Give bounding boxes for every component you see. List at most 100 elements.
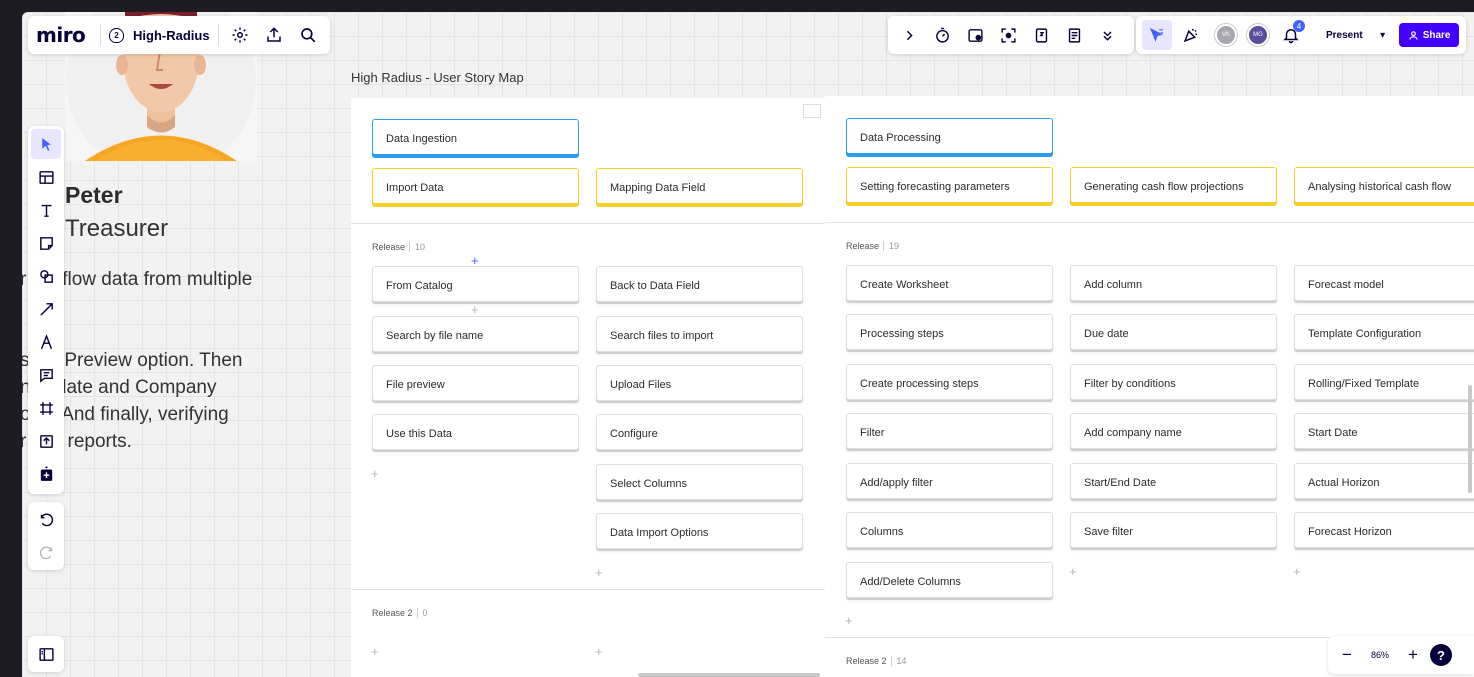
divider (351, 589, 825, 590)
present-button[interactable]: Present (1316, 22, 1373, 48)
export-upload-icon[interactable] (261, 22, 287, 48)
board-header: miro 2 High-Radius (28, 16, 330, 54)
collaborator-avatar[interactable]: VK (1215, 24, 1237, 46)
board-panel-toggle-icon[interactable] (28, 636, 64, 672)
story-card[interactable]: Select Columns (596, 464, 803, 500)
story-card[interactable]: Rolling/Fixed Template (1294, 364, 1474, 400)
comment-icon[interactable] (31, 360, 61, 390)
zoom-in-button[interactable]: + (1402, 645, 1424, 665)
activity-card[interactable]: Generating cash flow projections (1070, 167, 1277, 203)
upload-icon[interactable] (31, 426, 61, 456)
story-card[interactable]: Processing steps (846, 314, 1053, 350)
story-card[interactable]: Add column (1070, 265, 1277, 301)
story-card[interactable]: Start/End Date (1070, 463, 1277, 499)
creation-toolbar (28, 126, 64, 494)
story-card[interactable]: Use this Data (372, 414, 579, 450)
story-card[interactable]: Add/Delete Columns (846, 562, 1053, 598)
templates-icon[interactable] (31, 162, 61, 192)
story-card[interactable]: Forecast Horizon (1294, 512, 1474, 548)
story-card[interactable]: Create Worksheet (846, 265, 1053, 301)
release-count: 19 (883, 241, 900, 251)
more-chevrons-icon[interactable] (1094, 22, 1120, 48)
pen-icon[interactable] (31, 327, 61, 357)
panel-handle[interactable] (803, 104, 821, 118)
story-card[interactable]: Add company name (1070, 413, 1277, 449)
story-card[interactable]: Create processing steps (846, 364, 1053, 400)
release-count: 14 (890, 656, 907, 666)
select-cursor-icon[interactable] (31, 129, 61, 159)
reactions-party-icon[interactable] (1176, 20, 1206, 50)
follow-cursor-icon[interactable] (1142, 20, 1172, 50)
present-options-chevron-icon[interactable]: ▾ (1373, 22, 1393, 48)
collaborator-avatar[interactable]: MG (1247, 24, 1269, 46)
story-card[interactable]: Save filter (1070, 512, 1277, 548)
sticky-vote-icon[interactable] (962, 22, 988, 48)
story-card[interactable]: Start Date (1294, 413, 1474, 449)
connection-line-arrow-icon[interactable] (31, 294, 61, 324)
add-card-plus-icon[interactable]: + (595, 645, 603, 658)
add-card-plus-icon[interactable]: + (1293, 565, 1301, 578)
history-bar (28, 502, 64, 570)
notifications-bell-icon[interactable]: 4 (1278, 20, 1305, 48)
release-label: Release 2 14 (846, 656, 907, 666)
release-count: 0 (416, 608, 428, 618)
story-card[interactable]: Search files to import (596, 316, 803, 352)
add-card-plus-icon[interactable]: + (371, 467, 379, 480)
horizontal-scrollbar[interactable] (638, 673, 820, 677)
story-card[interactable]: Forecast model (1294, 265, 1474, 301)
settings-gear-icon[interactable] (227, 22, 253, 48)
activity-card[interactable]: Import Data (372, 168, 579, 204)
add-card-plus-icon[interactable]: + (371, 645, 379, 658)
zoom-out-button[interactable]: − (1336, 645, 1358, 665)
story-card[interactable]: Search by file name (372, 316, 579, 352)
story-card[interactable]: Upload Files (596, 365, 803, 401)
story-card[interactable]: Data Import Options (596, 513, 803, 549)
separator (217, 24, 219, 46)
add-card-plus-icon[interactable]: + (471, 303, 479, 316)
story-card[interactable]: File preview (372, 365, 579, 401)
miro-board-canvas[interactable]: Peter Treasurer r ashflow data from mult… (22, 12, 1474, 677)
counter-icon[interactable] (1028, 22, 1054, 48)
story-card[interactable]: Due date (1070, 314, 1277, 350)
miro-logo[interactable]: miro (36, 23, 92, 47)
collaboration-bar: VK MG 4 Present ▾ Share (1136, 16, 1466, 54)
shapes-icon[interactable] (31, 261, 61, 291)
story-card[interactable]: Filter by conditions (1070, 364, 1277, 400)
expand-chevron-icon[interactable] (896, 22, 922, 48)
vertical-scrollbar[interactable] (1468, 385, 1472, 493)
release-label: Release 10 (372, 242, 426, 252)
story-card[interactable]: Back to Data Field (596, 266, 803, 302)
story-card[interactable]: Columns (846, 512, 1053, 548)
story-card[interactable]: Filter (846, 413, 1053, 449)
activity-card[interactable]: Analysing historical cash flow (1294, 167, 1474, 203)
add-card-plus-icon[interactable]: + (595, 566, 603, 579)
more-apps-plus-icon[interactable] (31, 459, 61, 489)
activity-card[interactable]: Mapping Data Field (596, 168, 803, 204)
story-card[interactable]: From Catalog (372, 266, 579, 302)
undo-icon[interactable] (31, 505, 61, 535)
story-card[interactable]: Template Configuration (1294, 314, 1474, 350)
zoom-level[interactable]: 86% (1358, 650, 1402, 660)
notes-document-icon[interactable] (1061, 22, 1087, 48)
add-card-plus-icon[interactable]: + (1069, 565, 1077, 578)
frame-icon[interactable] (31, 393, 61, 423)
activity-card[interactable]: Setting forecasting parameters (846, 167, 1053, 203)
persona-role: Treasurer (65, 215, 169, 242)
board-name[interactable]: High-Radius (133, 28, 210, 43)
story-card[interactable]: Configure (596, 414, 803, 450)
search-icon[interactable] (295, 22, 321, 48)
story-card[interactable]: Add/apply filter (846, 463, 1053, 499)
redo-icon[interactable] (31, 538, 61, 568)
help-icon[interactable]: ? (1430, 644, 1452, 666)
goal-card[interactable]: Data Processing (846, 118, 1053, 154)
text-tool-icon[interactable] (31, 195, 61, 225)
goal-card[interactable]: Data Ingestion (372, 119, 579, 155)
notification-count-badge: 4 (1293, 20, 1305, 32)
focus-frame-icon[interactable] (995, 22, 1021, 48)
timer-icon[interactable] (929, 22, 955, 48)
share-button[interactable]: Share (1398, 23, 1460, 47)
sticky-note-icon[interactable] (31, 228, 61, 258)
story-card[interactable]: Actual Horizon (1294, 463, 1474, 499)
persona-name: Peter (65, 182, 123, 208)
add-card-plus-icon[interactable]: + (845, 614, 853, 627)
